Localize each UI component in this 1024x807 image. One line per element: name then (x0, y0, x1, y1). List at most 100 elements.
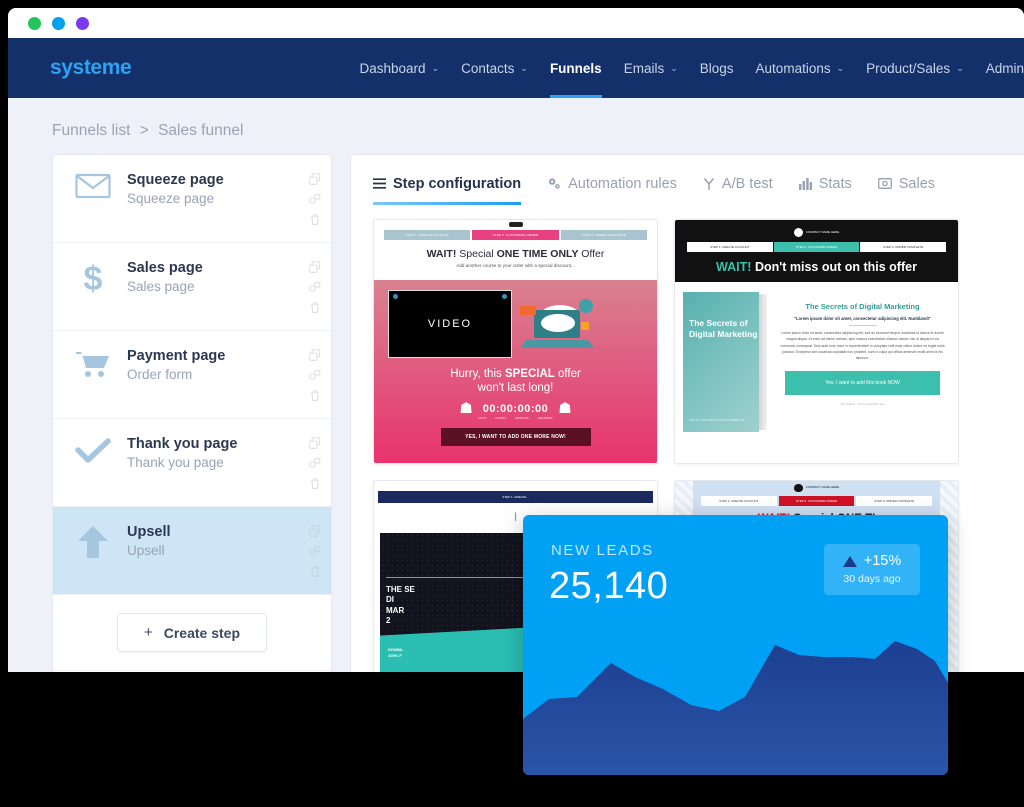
trash-icon[interactable] (309, 477, 321, 490)
nav-item-emails[interactable]: Emails ⌄ (624, 38, 678, 98)
chevron-down-icon: ☗ (459, 399, 473, 417)
hurry-special: SPECIAL (504, 368, 555, 380)
sidebar-step-payment-page[interactable]: Payment page Order form (53, 331, 331, 419)
cart-icon (73, 347, 113, 379)
window-dot-green[interactable] (28, 16, 41, 30)
step-subtitle: Upsell (127, 543, 165, 558)
nav-item-funnels[interactable]: Funnels (549, 38, 602, 98)
countdown-labels: DAYS HOURS MINUTES SECONDS (388, 416, 643, 420)
thumb-step-2: STEP 2: CUSTOMIZE ORDER (773, 242, 860, 252)
thumb-content: STEP 1: CREATE ACCOUNT STEP 2: CUSTOMIZE… (374, 220, 657, 463)
link-icon[interactable] (308, 193, 321, 206)
link-icon[interactable] (308, 369, 321, 382)
split-icon (703, 177, 715, 190)
thumb-cta-button: YES, I WANT TO ADD ONE MORE NOW! (440, 427, 591, 446)
sidebar-step-upsell[interactable]: Upsell Upsell (53, 507, 331, 595)
step-actions (308, 435, 321, 490)
book-title-line-3: MAR (386, 605, 405, 615)
nav-label: Automations (755, 60, 831, 76)
tab-stats[interactable]: Stats (798, 176, 852, 205)
step-title: Payment page (127, 348, 226, 364)
hurry-part2: offer (554, 368, 581, 380)
step-text: Payment page Order form (127, 347, 294, 382)
envelope-icon (73, 171, 113, 199)
window-dot-blue[interactable] (52, 16, 65, 30)
link-icon[interactable] (308, 545, 321, 558)
tab-ab-test[interactable]: A/B test (703, 176, 773, 205)
tab-step-configuration[interactable]: Step configuration (373, 176, 522, 205)
countdown-value: 00:00:00:00 (482, 402, 549, 415)
create-step-button[interactable]: + Create step (116, 613, 268, 652)
duplicate-icon[interactable] (308, 173, 321, 186)
company-logo-icon (793, 228, 803, 237)
step-text: Thank you page Thank you page (127, 435, 294, 470)
step-title: Thank you page (127, 436, 238, 452)
offer-title: The Secrets of Digital Marketing (805, 302, 920, 311)
breadcrumb-separator: > (139, 122, 149, 139)
chevron-down-icon: ⌄ (520, 62, 528, 73)
avatar (393, 294, 398, 299)
countdown-label-seconds: SECONDS (537, 415, 553, 420)
thumb-subhead: Add another course to your order with a … (456, 263, 575, 268)
sidebar-step-inactive-page[interactable]: Inactive page This page is displayed whe… (53, 671, 331, 672)
leads-area-chart (523, 641, 948, 775)
create-step-label: Create step (163, 624, 241, 641)
thumb-hurry-text: Hurry, this SPECIAL offer won't last lon… (388, 367, 643, 396)
trash-icon[interactable] (309, 213, 321, 226)
duplicate-icon[interactable] (308, 525, 321, 538)
book-spine (759, 294, 767, 430)
link-icon[interactable] (308, 281, 321, 294)
step-actions (308, 347, 321, 402)
duplicate-icon[interactable] (308, 261, 321, 274)
duplicate-icon[interactable] (308, 349, 321, 362)
hurry-part1: Hurry, this (450, 368, 505, 380)
duplicate-icon[interactable] (308, 437, 321, 450)
new-leads-stats-card[interactable]: NEW LEADS 25,140 +15% 30 days ago (523, 515, 948, 775)
template-thumbnail-dark-ebook-offer[interactable]: COMPANY NAME HERE STEP 1: CREATE ACCOUNT… (674, 219, 959, 464)
thumb-copy-column: The Secrets of Digital Marketing "Lorem … (775, 292, 950, 427)
screenshot-root: systeme Dashboard ⌄ Contacts ⌄ Funnels E… (0, 0, 1024, 807)
breadcrumb-root[interactable]: Funnels list (52, 122, 130, 139)
tab-sales[interactable]: Sales (877, 175, 936, 205)
window-dot-purple[interactable] (76, 16, 89, 30)
thumb-logo-bar: COMPANY NAME HERE (675, 225, 958, 242)
brand-logo[interactable]: systeme (50, 56, 132, 80)
tab-label: Sales (898, 175, 936, 192)
thumb-content: COMPANY NAME HERE STEP 1: CREATE ACCOUNT… (675, 220, 958, 463)
sidebar-step-thank-you-page[interactable]: Thank you page Thank you page (53, 419, 331, 507)
nav-item-dashboard[interactable]: Dashboard ⌄ (360, 38, 440, 98)
video-dot (502, 294, 507, 299)
thumb-step-3: STEP 3: ORDER COMPLETE (856, 496, 933, 506)
nav-item-admin[interactable]: Admin (986, 38, 1024, 98)
template-thumbnail-pink-one-time-offer[interactable]: STEP 1: CREATE ACCOUNT STEP 2: CUSTOMIZE… (373, 219, 658, 464)
headline-wait: WAIT! (426, 248, 457, 260)
breadcrumb-current: Sales funnel (158, 122, 244, 139)
countdown-label-hours: HOURS (495, 415, 507, 420)
trash-icon[interactable] (309, 565, 321, 578)
nav-item-product-sales[interactable]: Product/Sales ⌄ (866, 38, 964, 98)
tab-automation-rules[interactable]: Automation rules (547, 176, 677, 205)
chevron-down-icon: ⌄ (670, 62, 678, 73)
thumb-body: VIDEO Hurry, this SPECIAL offer won't la… (374, 280, 657, 463)
nav-item-contacts[interactable]: Contacts ⌄ (461, 38, 528, 98)
thumb-step-3: STEP 3: ORDER COMPLETE (860, 242, 947, 252)
company-name: COMPANY NAME HERE (805, 229, 840, 234)
gears-icon (547, 177, 561, 190)
sidebar-step-sales-page[interactable]: $ Sales page Sales page (53, 243, 331, 331)
nav-label: Dashboard (359, 60, 426, 76)
nav-item-automations[interactable]: Automations ⌄ (756, 38, 845, 98)
thumb-step-2: STEP 2: CUSTOMIZE ORDER (778, 496, 855, 506)
book-title: The Secrets of Digital Marketing (689, 318, 758, 339)
nav-label: Product/Sales (866, 60, 951, 76)
trash-icon[interactable] (309, 389, 321, 402)
trash-icon[interactable] (309, 301, 321, 314)
sidebar-step-squeeze-page[interactable]: Squeeze page Squeeze page (53, 155, 331, 243)
nav-label: Admin (985, 60, 1024, 76)
link-icon[interactable] (308, 457, 321, 470)
headline-one-time: ONE TIME ONLY (496, 248, 579, 260)
window-chrome (8, 8, 1024, 38)
download-line-1: DOWNL (388, 647, 404, 652)
step-title: Sales page (127, 260, 203, 276)
nav-item-blogs[interactable]: Blogs (700, 38, 734, 98)
thumb-step-1: STEP 1: CREATE... (378, 491, 653, 503)
